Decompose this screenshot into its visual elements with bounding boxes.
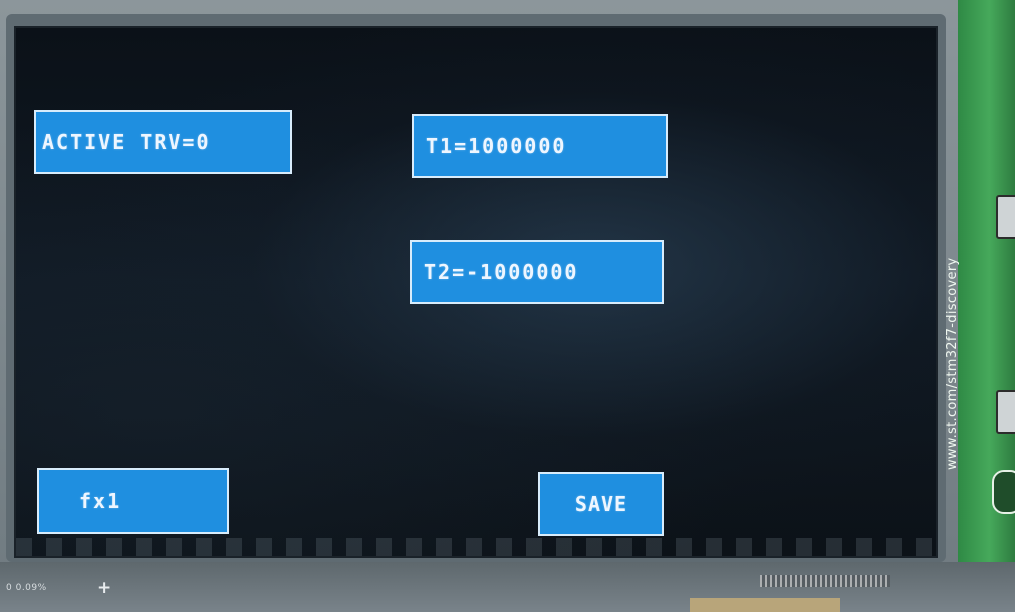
active-trv-button[interactable]: ACTIVE TRV=0 <box>34 110 292 174</box>
micro-usb-connector-bottom <box>996 390 1015 434</box>
bottom-board-edge <box>0 562 1015 612</box>
micro-usb-connector-top <box>996 195 1015 239</box>
pcb-silkscreen-text: www.st.com/stm32f7-discovery <box>945 257 960 470</box>
bottom-ruler-marks <box>760 575 890 587</box>
bottom-metal-plate <box>690 598 840 612</box>
discovery-board-pcb <box>958 0 1015 612</box>
save-button[interactable]: SAVE <box>538 472 664 536</box>
fx1-button[interactable]: fx1 <box>37 468 229 534</box>
board-logo-icon <box>992 470 1015 514</box>
t2-button[interactable]: T2=-1000000 <box>410 240 664 304</box>
bottom-edge-label: 0 0.09% <box>6 583 47 593</box>
t1-button[interactable]: T1=1000000 <box>412 114 668 178</box>
lcd-screen: ACTIVE TRV=0 T1=1000000 T2=-1000000 fx1 … <box>14 26 938 558</box>
plus-icon: + <box>97 578 112 598</box>
